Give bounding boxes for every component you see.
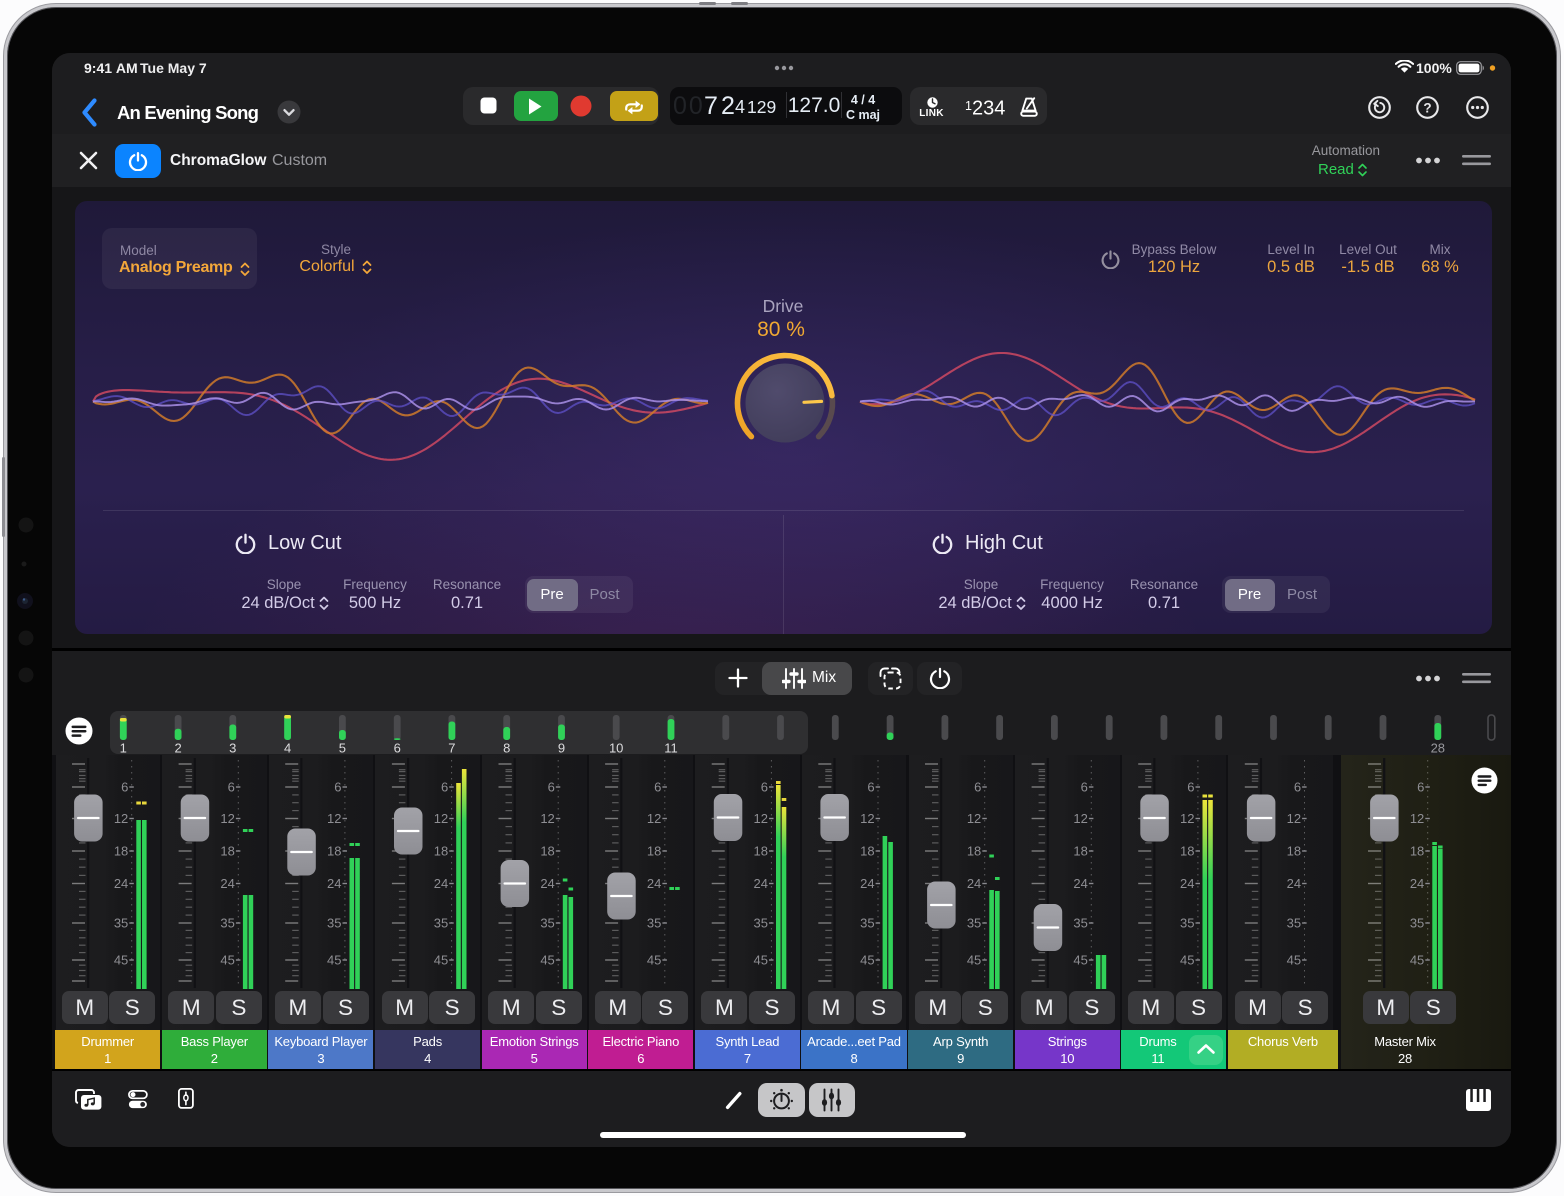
svg-text:24: 24 [967, 876, 981, 891]
svg-text:6: 6 [334, 779, 341, 794]
svg-text:18: 18 [114, 843, 128, 858]
svg-text:45: 45 [647, 952, 661, 967]
svg-text:12: 12 [114, 811, 128, 826]
svg-text:45: 45 [327, 952, 341, 967]
svg-text:24: 24 [647, 876, 661, 891]
svg-text:35: 35 [1287, 915, 1301, 930]
svg-text:12: 12 [754, 811, 768, 826]
svg-text:24: 24 [434, 876, 448, 891]
svg-text:12: 12 [1410, 811, 1424, 826]
svg-text:24: 24 [1180, 876, 1194, 891]
svg-text:35: 35 [647, 915, 661, 930]
svg-text:18: 18 [434, 843, 448, 858]
svg-text:18: 18 [327, 843, 341, 858]
svg-text:35: 35 [754, 915, 768, 930]
svg-text:35: 35 [434, 915, 448, 930]
svg-text:45: 45 [220, 952, 234, 967]
svg-text:45: 45 [967, 952, 981, 967]
svg-text:35: 35 [327, 915, 341, 930]
svg-text:18: 18 [1287, 843, 1301, 858]
svg-text:35: 35 [220, 915, 234, 930]
svg-text:12: 12 [327, 811, 341, 826]
svg-text:45: 45 [434, 952, 448, 967]
svg-text:6: 6 [441, 779, 448, 794]
svg-text:12: 12 [860, 811, 874, 826]
svg-text:24: 24 [1287, 876, 1301, 891]
svg-text:6: 6 [867, 779, 874, 794]
svg-text:12: 12 [1073, 811, 1087, 826]
svg-text:6: 6 [1294, 779, 1301, 794]
svg-text:45: 45 [1073, 952, 1087, 967]
svg-text:12: 12 [540, 811, 554, 826]
svg-text:12: 12 [434, 811, 448, 826]
svg-text:24: 24 [1410, 876, 1424, 891]
svg-text:35: 35 [967, 915, 981, 930]
svg-text:6: 6 [761, 779, 768, 794]
svg-text:24: 24 [114, 876, 128, 891]
svg-text:35: 35 [860, 915, 874, 930]
svg-text:18: 18 [220, 843, 234, 858]
svg-text:6: 6 [548, 779, 555, 794]
svg-text:18: 18 [860, 843, 874, 858]
svg-text:6: 6 [1081, 779, 1088, 794]
svg-text:45: 45 [1180, 952, 1194, 967]
svg-text:6: 6 [974, 779, 981, 794]
svg-text:6: 6 [1417, 779, 1424, 794]
svg-text:24: 24 [327, 876, 341, 891]
svg-text:18: 18 [647, 843, 661, 858]
svg-text:6: 6 [121, 779, 128, 794]
svg-text:24: 24 [1073, 876, 1087, 891]
svg-text:6: 6 [228, 779, 235, 794]
svg-text:45: 45 [1410, 952, 1424, 967]
svg-text:24: 24 [860, 876, 874, 891]
svg-text:12: 12 [220, 811, 234, 826]
svg-text:12: 12 [1287, 811, 1301, 826]
svg-text:45: 45 [114, 952, 128, 967]
svg-text:35: 35 [1180, 915, 1194, 930]
svg-text:12: 12 [647, 811, 661, 826]
svg-text:24: 24 [220, 876, 234, 891]
svg-text:24: 24 [754, 876, 768, 891]
svg-text:18: 18 [540, 843, 554, 858]
svg-text:12: 12 [967, 811, 981, 826]
svg-text:18: 18 [967, 843, 981, 858]
svg-text:35: 35 [540, 915, 554, 930]
svg-text:12: 12 [1180, 811, 1194, 826]
svg-text:18: 18 [1073, 843, 1087, 858]
svg-text:18: 18 [1180, 843, 1194, 858]
svg-text:6: 6 [654, 779, 661, 794]
svg-text:18: 18 [754, 843, 768, 858]
svg-text:35: 35 [1073, 915, 1087, 930]
svg-text:45: 45 [860, 952, 874, 967]
svg-text:18: 18 [1410, 843, 1424, 858]
svg-text:45: 45 [540, 952, 554, 967]
svg-text:45: 45 [1287, 952, 1301, 967]
svg-text:45: 45 [754, 952, 768, 967]
svg-text:6: 6 [1187, 779, 1194, 794]
svg-text:35: 35 [114, 915, 128, 930]
svg-text:35: 35 [1410, 915, 1424, 930]
svg-text:24: 24 [540, 876, 554, 891]
